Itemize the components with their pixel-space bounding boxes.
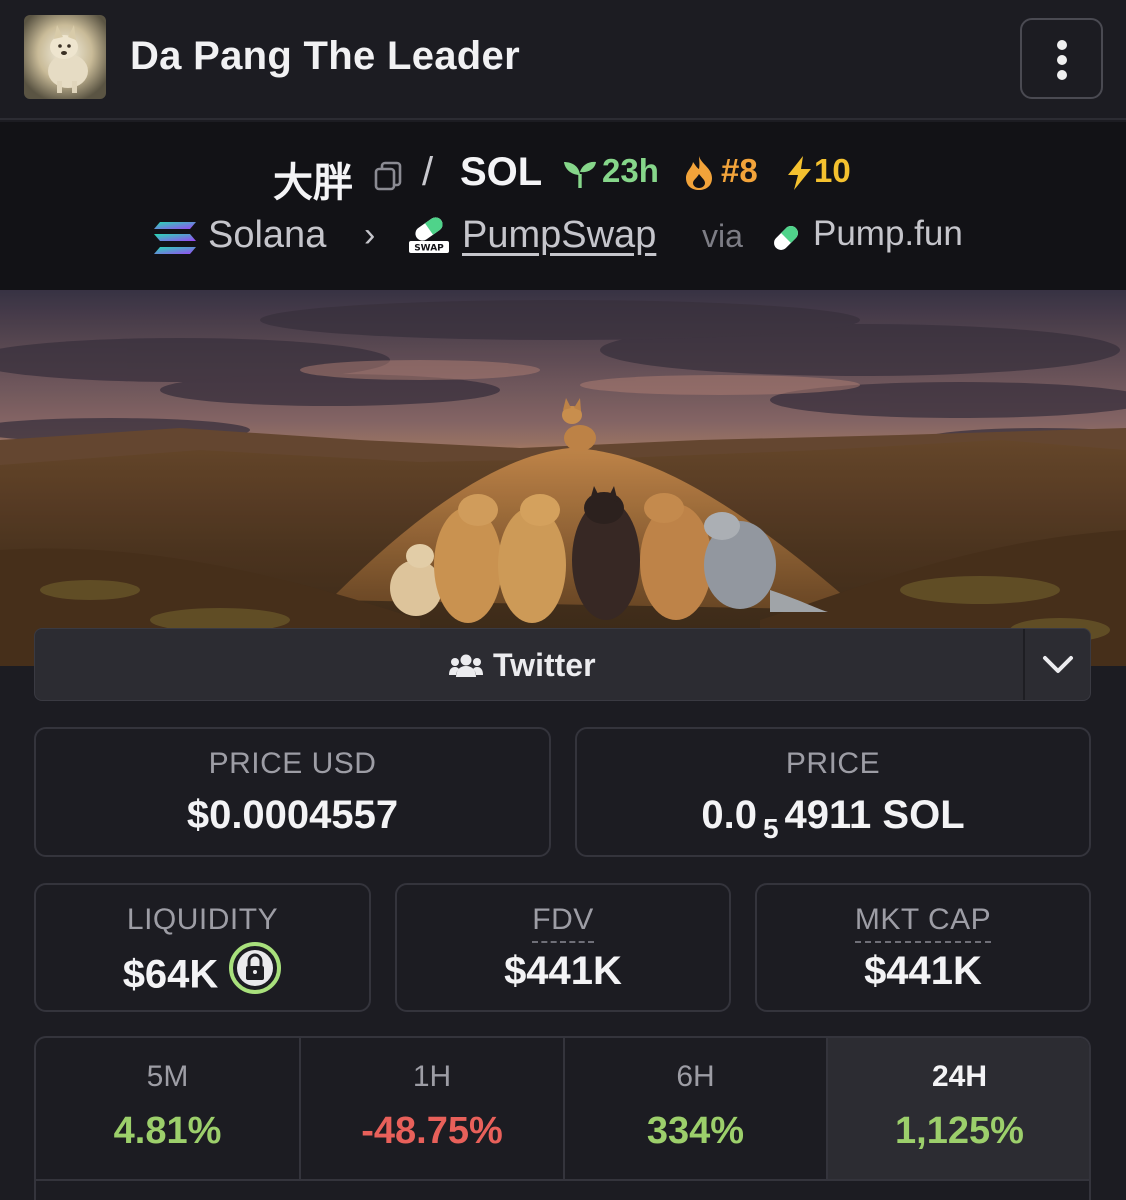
pill-icon (768, 220, 804, 261)
via-label: via (702, 218, 743, 254)
lock-icon[interactable] (228, 941, 282, 1005)
more-vertical-icon (1057, 40, 1067, 50)
dog-avatar-icon (24, 15, 106, 99)
price-native-value: 0.0 5 4911 SOL (577, 793, 1089, 844)
pair-age: 23h (602, 152, 659, 189)
fdv-label: FDV (532, 903, 594, 943)
mkt-cap-value: $441K (864, 949, 982, 993)
social-links-bar: Twitter (34, 628, 1091, 701)
lightning-icon (784, 154, 814, 197)
tab-24h[interactable]: 24H 1,125% (828, 1038, 1089, 1179)
pair-title-row: 大胖 / SOL 23h #8 10 (0, 150, 1126, 205)
price-native-label: PRICE (785, 747, 881, 780)
quote-symbol: SOL (460, 150, 543, 194)
liquidity-value: $64K (122, 952, 219, 997)
change-label: 6H (676, 1060, 715, 1093)
price-native-card: PRICE 0.0 5 4911 SOL (575, 727, 1091, 857)
price-native-digits: 4911 (784, 793, 872, 837)
token-avatar[interactable] (24, 15, 106, 99)
chain-name[interactable]: Solana (208, 214, 326, 257)
liquidity-value-row: $64K (36, 942, 369, 1009)
price-native-zero-count: 5 (762, 813, 779, 844)
price-usd-label: PRICE USD (208, 747, 377, 780)
flame-icon (682, 154, 716, 197)
solana-icon (152, 220, 198, 261)
users-icon (449, 653, 483, 684)
more-menu-button[interactable] (1020, 18, 1103, 99)
change-value: -48.75% (361, 1110, 503, 1152)
base-symbol: 大胖 (273, 161, 353, 205)
mkt-cap-label-wrap: MKT CAP (757, 903, 1089, 943)
mkt-cap-label: MKT CAP (854, 903, 992, 943)
tab-5m[interactable]: 5M 4.81% (36, 1038, 299, 1179)
pair-info: 大胖 / SOL 23h #8 10 Solana › SWAP PumpSwa… (0, 122, 1126, 290)
sprout-icon (562, 158, 598, 195)
fdv-label-wrap: FDV (397, 903, 729, 943)
svg-text:SWAP: SWAP (414, 244, 444, 254)
launchpad-name[interactable]: Pump.fun (813, 214, 963, 254)
copy-icon[interactable] (372, 160, 404, 197)
change-value: 1,125% (895, 1110, 1024, 1152)
trending-rank: #8 (721, 152, 758, 189)
divider (36, 1179, 1089, 1181)
chevron-right-icon: › (364, 216, 376, 254)
pair-route-row: Solana › SWAP PumpSwap via Pump.fun (0, 212, 1126, 260)
expand-socials-button[interactable] (1025, 629, 1091, 700)
fdv-card[interactable]: FDV $441K (395, 883, 731, 1012)
fdv-value: $441K (504, 949, 622, 993)
tab-6h[interactable]: 6H 334% (565, 1038, 826, 1179)
token-banner-image (0, 290, 1126, 666)
tab-1h[interactable]: 1H -48.75% (301, 1038, 563, 1179)
more-vertical-dot (1057, 55, 1067, 65)
mkt-cap-card[interactable]: MKT CAP $441K (755, 883, 1091, 1012)
change-label: 5M (146, 1060, 189, 1093)
pumpswap-icon: SWAP (406, 214, 452, 259)
price-native-unit: SOL (882, 793, 965, 837)
chevron-down-icon (1043, 656, 1073, 673)
change-value: 334% (646, 1110, 745, 1152)
price-usd-value: $0.0004557 (186, 793, 399, 837)
liquidity-card: LIQUIDITY $64K (34, 883, 371, 1012)
change-label: 1H (412, 1060, 452, 1093)
twitter-button[interactable]: Twitter (35, 629, 1023, 700)
pair-separator: / (422, 150, 434, 194)
more-vertical-dot (1057, 70, 1067, 80)
boost-count: 10 (814, 152, 851, 189)
price-native-prefix: 0.0 (701, 793, 757, 837)
twitter-label: Twitter (493, 647, 596, 683)
price-usd-card: PRICE USD $0.0004557 (34, 727, 551, 857)
dex-link[interactable]: PumpSwap (462, 214, 656, 257)
price-change-tabs: 5M 4.81% 1H -48.75% 6H 334% 24H 1,125% (34, 1036, 1091, 1200)
token-title: Da Pang The Leader (130, 34, 520, 78)
change-value: 4.81% (113, 1110, 222, 1152)
token-header: Da Pang The Leader (0, 0, 1126, 120)
change-label: 24H (931, 1060, 988, 1093)
liquidity-label: LIQUIDITY (126, 903, 279, 936)
